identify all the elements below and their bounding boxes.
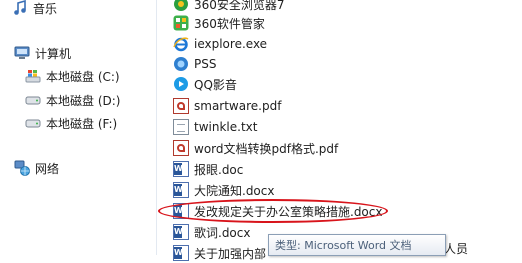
360-browser-icon — [173, 0, 189, 12]
pdf-icon — [173, 140, 189, 156]
list-item-selected[interactable]: 发改规定关于办公室策略措施.docx — [173, 201, 383, 221]
word-icon — [173, 182, 189, 198]
nav-label-network: 网络 — [35, 161, 60, 176]
nav-item-computer[interactable]: 计算机 — [14, 43, 71, 63]
nav-label-drive-d: 本地磁盘 (D:) — [46, 93, 121, 108]
list-item[interactable]: 大院通知.docx — [173, 180, 274, 200]
word-icon — [173, 224, 189, 240]
file-list: 360安全浏览器7 360软件管家 iexplore.exe PSS QQ影音 … — [157, 0, 522, 261]
nav-label-drive-f: 本地磁盘 (F:) — [46, 116, 118, 131]
file-name: 发改规定关于办公室策略措施.docx — [194, 204, 383, 219]
file-type-tooltip: 类型: Microsoft Word 文档 — [268, 234, 446, 256]
nav-label-computer: 计算机 — [35, 46, 72, 61]
file-name: 歌词.docx — [194, 225, 251, 240]
list-item[interactable]: word文档转换pdf格式.pdf — [173, 138, 338, 158]
ie-icon — [173, 36, 189, 52]
hard-drive-icon — [25, 92, 41, 108]
file-name: 报眼.doc — [194, 162, 244, 177]
list-item[interactable]: 关于加强内部 — [173, 243, 266, 263]
nav-item-network[interactable]: 网络 — [14, 158, 59, 178]
music-note-icon — [12, 0, 28, 16]
word-icon — [173, 161, 189, 177]
pdf-icon — [173, 98, 189, 114]
nav-item-music[interactable]: 音乐 — [12, 0, 57, 18]
list-item[interactable]: PSS — [173, 54, 216, 74]
list-item[interactable]: 360软件管家 — [173, 13, 265, 33]
navigation-pane: 音乐 计算机 本地磁盘 (C:) 本地磁盘 (D:) 本地磁盘 (F:) 网络 — [0, 0, 157, 255]
file-name: smartware.pdf — [194, 99, 282, 113]
qq-player-icon — [173, 76, 189, 92]
list-item[interactable]: twinkle.txt — [173, 117, 257, 137]
list-item[interactable]: smartware.pdf — [173, 96, 281, 116]
360-manager-icon — [173, 15, 189, 31]
nav-item-drive-d[interactable]: 本地磁盘 (D:) — [25, 90, 120, 110]
word-icon — [173, 245, 189, 261]
list-item[interactable]: 歌词.docx — [173, 222, 250, 242]
file-name: 关于加强内部 — [194, 246, 267, 261]
file-name: QQ影音 — [194, 77, 237, 92]
file-name: word文档转换pdf格式.pdf — [194, 141, 339, 156]
list-item[interactable]: 报眼.doc — [173, 159, 243, 179]
hard-drive-icon — [25, 115, 41, 131]
computer-icon — [14, 45, 30, 61]
tooltip-text: 类型: Microsoft Word 文档 — [275, 239, 412, 252]
nav-item-drive-f[interactable]: 本地磁盘 (F:) — [25, 113, 117, 133]
file-name: 大院通知.docx — [194, 183, 275, 198]
file-name: 360安全浏览器7 — [194, 0, 285, 12]
file-name: PSS — [194, 57, 217, 71]
nav-item-drive-c[interactable]: 本地磁盘 (C:) — [25, 66, 120, 86]
txt-icon — [173, 119, 189, 135]
nav-label-drive-c: 本地磁盘 (C:) — [46, 69, 120, 84]
file-name: twinkle.txt — [194, 120, 258, 134]
windows-drive-icon — [25, 68, 41, 84]
file-name: 360软件管家 — [194, 16, 265, 31]
nav-label-music: 音乐 — [33, 1, 58, 16]
pss-icon — [173, 56, 189, 72]
network-globe-icon — [14, 160, 30, 176]
list-item[interactable]: QQ影音 — [173, 74, 237, 94]
list-item[interactable]: 360安全浏览器7 — [173, 0, 285, 14]
file-name: iexplore.exe — [194, 37, 268, 51]
word-icon — [173, 203, 189, 219]
list-item[interactable]: iexplore.exe — [173, 34, 267, 54]
